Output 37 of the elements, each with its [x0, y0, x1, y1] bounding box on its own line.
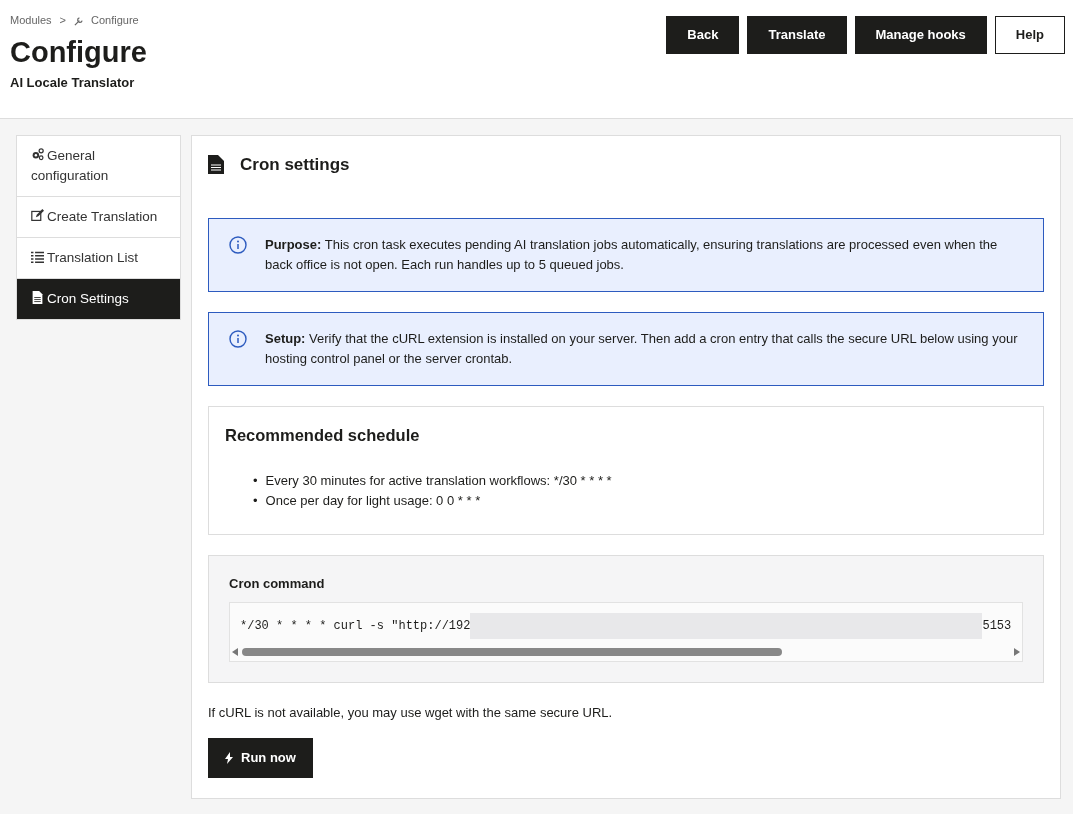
list-icon: [31, 250, 44, 263]
toolbar-button[interactable]: Manage hooks: [854, 16, 987, 54]
sidebar-item[interactable]: General configuration: [17, 136, 180, 197]
schedule-title: Recommended schedule: [225, 424, 421, 446]
command-label: Cron command: [229, 575, 326, 594]
document-icon: [31, 291, 44, 304]
sidebar-item[interactable]: Cron Settings: [17, 279, 180, 319]
info-icon: [229, 235, 247, 254]
edit-icon: [31, 209, 44, 222]
toolbar-button[interactable]: Help: [994, 16, 1065, 54]
breadcrumb-separator: >: [59, 13, 66, 28]
alert-text: Purpose: This cron task executes pending AI translation jobs automatically, ensuring translations are processed even when the back office is not open. Each run handles up to 5 queued jobs.: [265, 235, 999, 274]
schedule-item: Once per day for light usage: 0 0 * * *: [265, 491, 481, 510]
alert-text: Setup: Verify that the cURL extension is installed on your server. Then add a cron entry that calls the secure URL below using your hosting control panel or the server crontab.: [265, 329, 1019, 368]
breadcrumb-link[interactable]: Modules: [10, 12, 52, 29]
toolbar-button[interactable]: Back: [666, 16, 740, 54]
run-button[interactable]: Run now: [208, 738, 313, 778]
bullet: •: [253, 472, 258, 491]
wrench-icon: [74, 16, 83, 26]
scroll-left-icon[interactable]: [232, 647, 238, 656]
sidebar-item[interactable]: Create Translation: [17, 197, 180, 238]
gears-icon: [31, 148, 44, 161]
document-icon: [208, 155, 224, 175]
command-text: 5153: [982, 617, 1012, 635]
bullet: •: [253, 491, 258, 510]
command-field[interactable]: */30 * * * * curl -s "http://192 5153: [229, 601, 1023, 662]
page-title: Configure: [10, 34, 147, 70]
info-icon: [229, 329, 247, 348]
toolbar-button[interactable]: Translate: [747, 16, 847, 54]
lightning-icon: [225, 752, 233, 764]
scroll-right-icon[interactable]: [1014, 647, 1020, 656]
page-subtitle: AI Locale Translator: [10, 74, 136, 93]
note-text: If cURL is not available, you may use wget with the same secure URL.: [208, 703, 614, 722]
schedule-item: Every 30 minutes for active translation workflows: */30 * * * *: [265, 472, 612, 491]
command-text: */30 * * * * curl -s "http://192: [240, 617, 471, 635]
panel-title: Cron settings: [240, 154, 350, 176]
breadcrumb-link[interactable]: Configure: [91, 12, 139, 29]
